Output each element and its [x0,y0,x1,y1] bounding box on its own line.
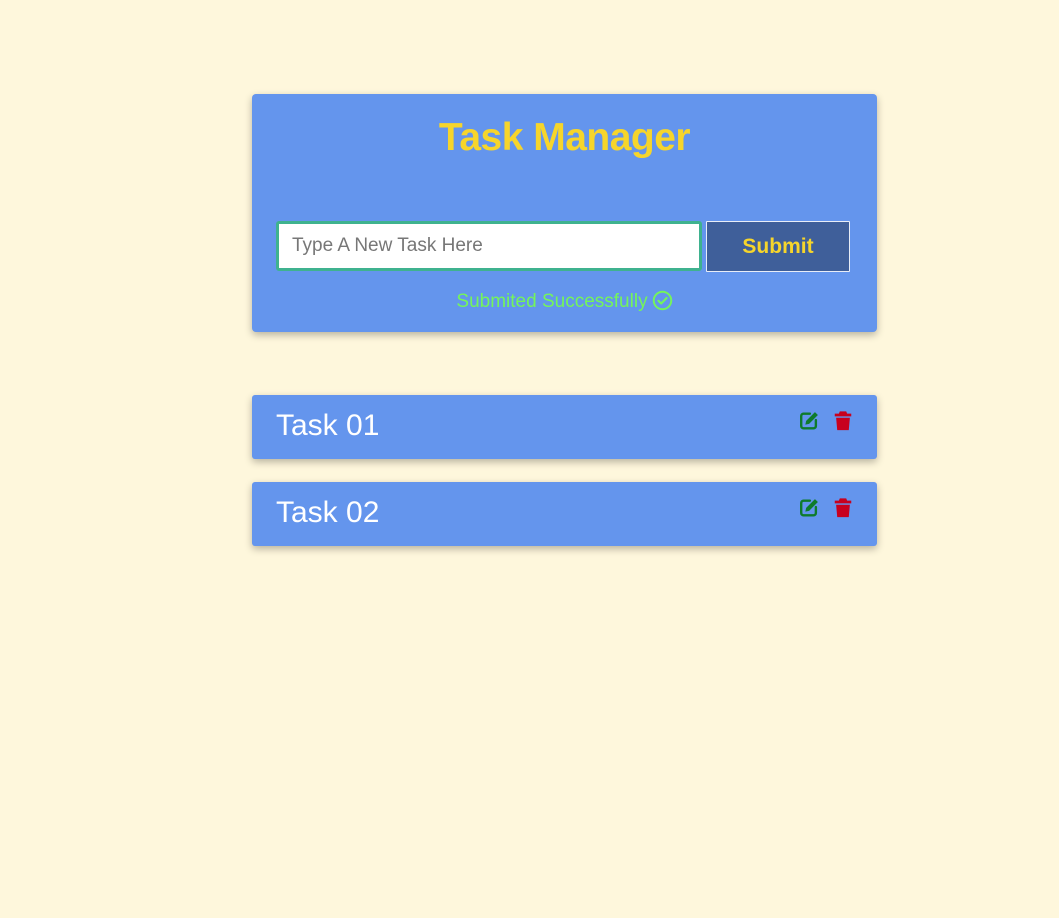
edit-icon[interactable] [798,410,820,432]
check-circle-icon [652,290,673,311]
task-item: Task 02 [252,482,877,546]
trash-icon[interactable] [832,410,854,432]
edit-icon[interactable] [798,497,820,519]
status-text: Submited Successfully [456,291,648,312]
submit-button[interactable]: Submit [706,221,850,272]
trash-icon[interactable] [832,497,854,519]
new-task-input[interactable] [276,221,702,271]
task-label: Task 02 [276,496,380,529]
page-title: Task Manager [438,116,691,159]
task-label: Task 01 [276,409,380,442]
status-message: Submited Successfully [252,290,877,313]
task-item: Task 01 [252,395,877,459]
task-form-panel: Task Manager Submit Submited Successfull… [252,94,877,332]
